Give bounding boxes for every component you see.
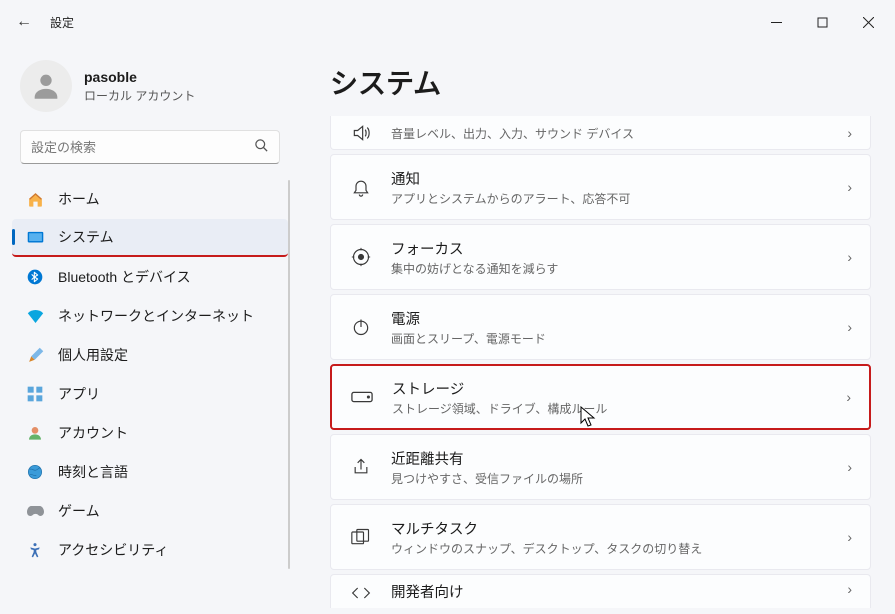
- multitask-icon: [349, 525, 373, 549]
- nav-label: 時刻と言語: [58, 462, 128, 482]
- search-box[interactable]: [20, 130, 280, 164]
- chevron-right-icon: ›: [847, 125, 852, 141]
- chevron-right-icon: ›: [847, 459, 852, 475]
- card-storage[interactable]: ストレージ ストレージ領域、ドライブ、構成ルール ›: [330, 364, 871, 430]
- search-input[interactable]: [31, 140, 254, 155]
- card-nearby-share[interactable]: 近距離共有 見つけやすさ、受信ファイルの場所 ›: [330, 434, 871, 500]
- nav-accessibility[interactable]: アクセシビリティ: [12, 531, 288, 569]
- nav-home[interactable]: ホーム: [12, 180, 288, 218]
- power-icon: [349, 315, 373, 339]
- card-subtitle: 集中の妨げとなる通知を減らす: [391, 260, 829, 277]
- nav-personalize[interactable]: 個人用設定: [12, 336, 288, 374]
- chevron-right-icon: ›: [847, 249, 852, 265]
- account-icon: [26, 424, 44, 442]
- card-title: 開発者向け: [391, 581, 829, 602]
- nav-label: ゲーム: [58, 501, 100, 521]
- focus-icon: [349, 245, 373, 269]
- nav-system[interactable]: システム: [12, 219, 288, 257]
- network-icon: [26, 307, 44, 325]
- card-multitask[interactable]: マルチタスク ウィンドウのスナップ、デスクトップ、タスクの切り替え ›: [330, 504, 871, 570]
- apps-icon: [26, 385, 44, 403]
- settings-cards: 音量レベル、出力、入力、サウンド デバイス › 通知 アプリとシステムからのアラ…: [330, 116, 871, 608]
- chevron-right-icon: ›: [847, 319, 852, 335]
- nav-game[interactable]: ゲーム: [12, 492, 288, 530]
- profile-name: pasoble: [84, 69, 195, 85]
- maximize-button[interactable]: [799, 6, 845, 38]
- titlebar: ← 設定: [0, 0, 895, 44]
- bell-icon: [349, 175, 373, 199]
- dev-icon: [349, 581, 373, 605]
- storage-icon: [350, 385, 374, 409]
- nav-label: Bluetooth とデバイス: [58, 267, 191, 287]
- nav-label: アカウント: [58, 423, 128, 443]
- card-subtitle: 音量レベル、出力、入力、サウンド デバイス: [391, 125, 829, 142]
- window-title: 設定: [50, 14, 74, 31]
- avatar: [20, 60, 72, 112]
- card-title: 通知: [391, 168, 829, 189]
- card-focus[interactable]: フォーカス 集中の妨げとなる通知を減らす ›: [330, 224, 871, 290]
- search-icon: [254, 138, 269, 156]
- card-subtitle: ウィンドウのスナップ、デスクトップ、タスクの切り替え: [391, 540, 829, 557]
- accessibility-icon: [26, 541, 44, 559]
- card-title: 電源: [391, 308, 829, 329]
- nav-label: システム: [58, 227, 114, 247]
- home-icon: [26, 190, 44, 208]
- system-icon: [26, 228, 44, 246]
- personalize-icon: [26, 346, 44, 364]
- card-subtitle: 見つけやすさ、受信ファイルの場所: [391, 470, 829, 487]
- nav-label: ネットワークとインターネット: [58, 306, 254, 326]
- nav-label: アクセシビリティ: [58, 540, 168, 560]
- card-power[interactable]: 電源 画面とスリープ、電源モード ›: [330, 294, 871, 360]
- share-icon: [349, 455, 373, 479]
- card-subtitle: ストレージ領域、ドライブ、構成ルール: [392, 400, 828, 417]
- time-icon: [26, 463, 44, 481]
- window-controls: [753, 6, 891, 38]
- back-button[interactable]: ←: [4, 2, 44, 42]
- nav-account[interactable]: アカウント: [12, 414, 288, 452]
- profile-subtitle: ローカル アカウント: [84, 87, 195, 104]
- chevron-right-icon: ›: [847, 179, 852, 195]
- nav-label: アプリ: [58, 384, 100, 404]
- nav-apps[interactable]: アプリ: [12, 375, 288, 413]
- card-notifications[interactable]: 通知 アプリとシステムからのアラート、応答不可 ›: [330, 154, 871, 220]
- card-title: マルチタスク: [391, 518, 829, 539]
- card-title: 近距離共有: [391, 448, 829, 469]
- card-sound[interactable]: 音量レベル、出力、入力、サウンド デバイス ›: [330, 116, 871, 150]
- chevron-right-icon: ›: [847, 581, 852, 597]
- nav-network[interactable]: ネットワークとインターネット: [12, 297, 288, 335]
- nav-list: ホーム システム Bluetooth とデバイス ネットワークとインターネット: [8, 180, 292, 569]
- page-title: システム: [330, 62, 871, 102]
- content-area: システム 音量レベル、出力、入力、サウンド デバイス › 通知 アプリとシステム…: [300, 44, 895, 614]
- nav-bluetooth[interactable]: Bluetooth とデバイス: [12, 258, 288, 296]
- sound-icon: [349, 121, 373, 145]
- nav-time[interactable]: 時刻と言語: [12, 453, 288, 491]
- nav-scrollbar[interactable]: [288, 180, 290, 569]
- sidebar: pasoble ローカル アカウント ホーム システム: [0, 44, 300, 614]
- card-title: ストレージ: [392, 378, 828, 399]
- chevron-right-icon: ›: [846, 389, 851, 405]
- card-developer[interactable]: 開発者向け ›: [330, 574, 871, 608]
- card-subtitle: アプリとシステムからのアラート、応答不可: [391, 190, 829, 207]
- nav-label: ホーム: [58, 189, 100, 209]
- close-button[interactable]: [845, 6, 891, 38]
- nav-label: 個人用設定: [58, 345, 128, 365]
- minimize-button[interactable]: [753, 6, 799, 38]
- profile-block[interactable]: pasoble ローカル アカウント: [8, 44, 292, 130]
- bluetooth-icon: [26, 268, 44, 286]
- chevron-right-icon: ›: [847, 529, 852, 545]
- game-icon: [26, 502, 44, 520]
- card-title: フォーカス: [391, 238, 829, 259]
- card-subtitle: 画面とスリープ、電源モード: [391, 330, 829, 347]
